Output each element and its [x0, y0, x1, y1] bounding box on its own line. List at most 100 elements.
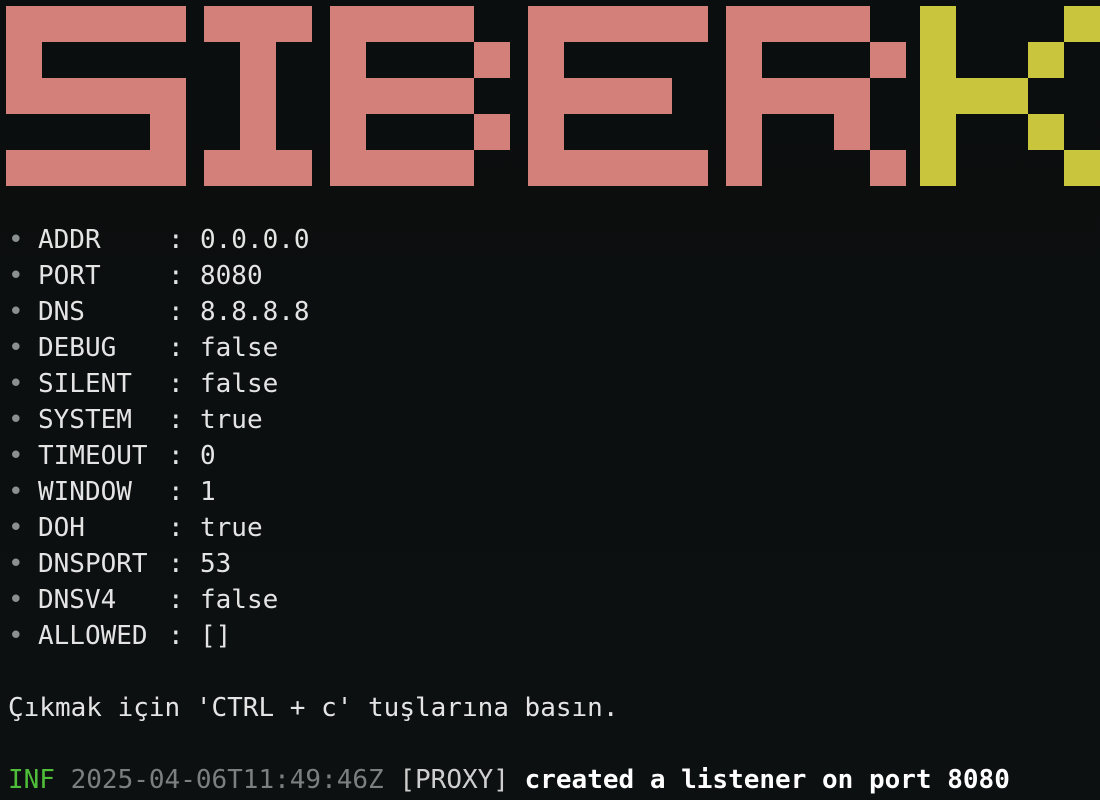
- bullet-icon: •: [8, 405, 24, 435]
- config-value: []: [200, 621, 232, 651]
- banner-pixel: [672, 150, 708, 186]
- banner-pixel: [474, 114, 510, 150]
- bullet-icon: •: [8, 369, 24, 399]
- banner-pixel: [920, 78, 956, 114]
- banner-pixel: [150, 150, 186, 186]
- config-value: true: [200, 513, 263, 543]
- banner-pixel: [6, 78, 42, 114]
- config-key: DNSV4: [38, 585, 117, 615]
- banner-pixel: [726, 42, 762, 78]
- banner-pixel: [920, 114, 956, 150]
- log-timestamp: 2025-04-06T11:49:46Z: [70, 765, 384, 795]
- banner-pixel: [636, 6, 672, 42]
- banner-pixel: [920, 150, 956, 186]
- config-row: • SYSTEM: true: [8, 402, 310, 438]
- bullet-icon: •: [8, 333, 24, 363]
- config-value: false: [200, 585, 279, 615]
- banner-pixel: [528, 114, 564, 150]
- bullet-icon: •: [8, 261, 24, 291]
- banner-pixel: [1028, 114, 1064, 150]
- banner-pixel: [330, 114, 366, 150]
- banner-pixel: [6, 6, 42, 42]
- config-value: false: [200, 333, 279, 363]
- config-separator: :: [168, 261, 184, 291]
- config-row: • SILENT: false: [8, 366, 310, 402]
- banner-pixel: [150, 114, 186, 150]
- exit-hint: Çıkmak için 'CTRL + c' tuşlarına basın.: [8, 693, 619, 723]
- config-key: PORT: [38, 261, 101, 291]
- banner-pixel: [42, 150, 78, 186]
- banner-pixel: [402, 78, 438, 114]
- banner-pixel: [762, 6, 798, 42]
- bullet-icon: •: [8, 441, 24, 471]
- banner-pixel: [78, 150, 114, 186]
- banner-pixel: [1028, 42, 1064, 78]
- banner-pixel: [330, 6, 366, 42]
- bullet-icon: •: [8, 513, 24, 543]
- banner-pixel: [366, 78, 402, 114]
- banner-pixel: [528, 6, 564, 42]
- config-key: ALLOWED: [38, 621, 148, 651]
- banner-pixel: [330, 78, 366, 114]
- banner-pixel: [276, 6, 312, 42]
- banner-pixel: [402, 150, 438, 186]
- banner-pixel: [474, 42, 510, 78]
- config-value: 53: [200, 549, 232, 579]
- config-row: • ADDR:0.0.0.0: [8, 222, 310, 258]
- config-value: 1: [200, 477, 216, 507]
- config-key: ADDR: [38, 225, 101, 255]
- banner-pixel: [438, 150, 474, 186]
- banner-pixel: [600, 78, 636, 114]
- config-key: WINDOW: [38, 477, 132, 507]
- banner-word-siber: [6, 6, 906, 186]
- banner-pixel: [870, 150, 906, 186]
- config-separator: :: [168, 549, 184, 579]
- banner-pixel: [438, 78, 474, 114]
- config-separator: :: [168, 621, 184, 651]
- banner-pixel: [528, 78, 564, 114]
- config-row: • WINDOW:1: [8, 474, 310, 510]
- config-value: 8.8.8.8: [200, 297, 310, 327]
- banner-pixel: [600, 6, 636, 42]
- bullet-icon: •: [8, 585, 24, 615]
- banner-pixel: [150, 6, 186, 42]
- banner-pixel: [204, 150, 240, 186]
- config-value: 0.0.0.0: [200, 225, 310, 255]
- banner-pixel: [762, 78, 798, 114]
- banner-pixel: [564, 6, 600, 42]
- terminal-window[interactable]: • ADDR:0.0.0.0 • PORT:8080 • DNS:8.8.8.8 • DEBU…: [0, 0, 1100, 800]
- banner-pixel: [672, 6, 708, 42]
- banner-pixel: [330, 150, 366, 186]
- banner-pixel: [726, 78, 762, 114]
- banner-pixel: [636, 78, 672, 114]
- banner-pixel: [240, 78, 276, 114]
- config-key: SILENT: [38, 369, 132, 399]
- config-separator: :: [168, 225, 184, 255]
- banner-pixel: [366, 6, 402, 42]
- config-separator: :: [168, 585, 184, 615]
- config-separator: :: [168, 333, 184, 363]
- config-separator: :: [168, 369, 184, 399]
- config-key: SYSTEM: [38, 405, 132, 435]
- banner-pixel: [1064, 150, 1100, 186]
- log-message: created a listener on port 8080: [524, 765, 1010, 795]
- banner-pixel: [240, 42, 276, 78]
- config-row: • PORT:8080: [8, 258, 310, 294]
- config-list: • ADDR:0.0.0.0 • PORT:8080 • DNS:8.8.8.8 • DEBU…: [8, 222, 310, 654]
- banner-pixel: [726, 6, 762, 42]
- config-key: DEBUG: [38, 333, 117, 363]
- config-row: • DNSPORT:53: [8, 546, 310, 582]
- banner-pixel: [276, 150, 312, 186]
- banner-pixel: [564, 78, 600, 114]
- log-line: INF 2025-04-06T11:49:46Z [PROXY] created…: [8, 762, 1010, 798]
- config-key: DOH: [38, 513, 85, 543]
- banner-pixel: [150, 78, 186, 114]
- config-row: • DOH: true: [8, 510, 310, 546]
- log-level: INF: [8, 765, 55, 795]
- banner-pixel: [240, 6, 276, 42]
- banner-pixel: [6, 150, 42, 186]
- banner-word-kurt: [920, 6, 1100, 186]
- config-separator: :: [168, 513, 184, 543]
- bullet-icon: •: [8, 297, 24, 327]
- banner-pixel: [6, 42, 42, 78]
